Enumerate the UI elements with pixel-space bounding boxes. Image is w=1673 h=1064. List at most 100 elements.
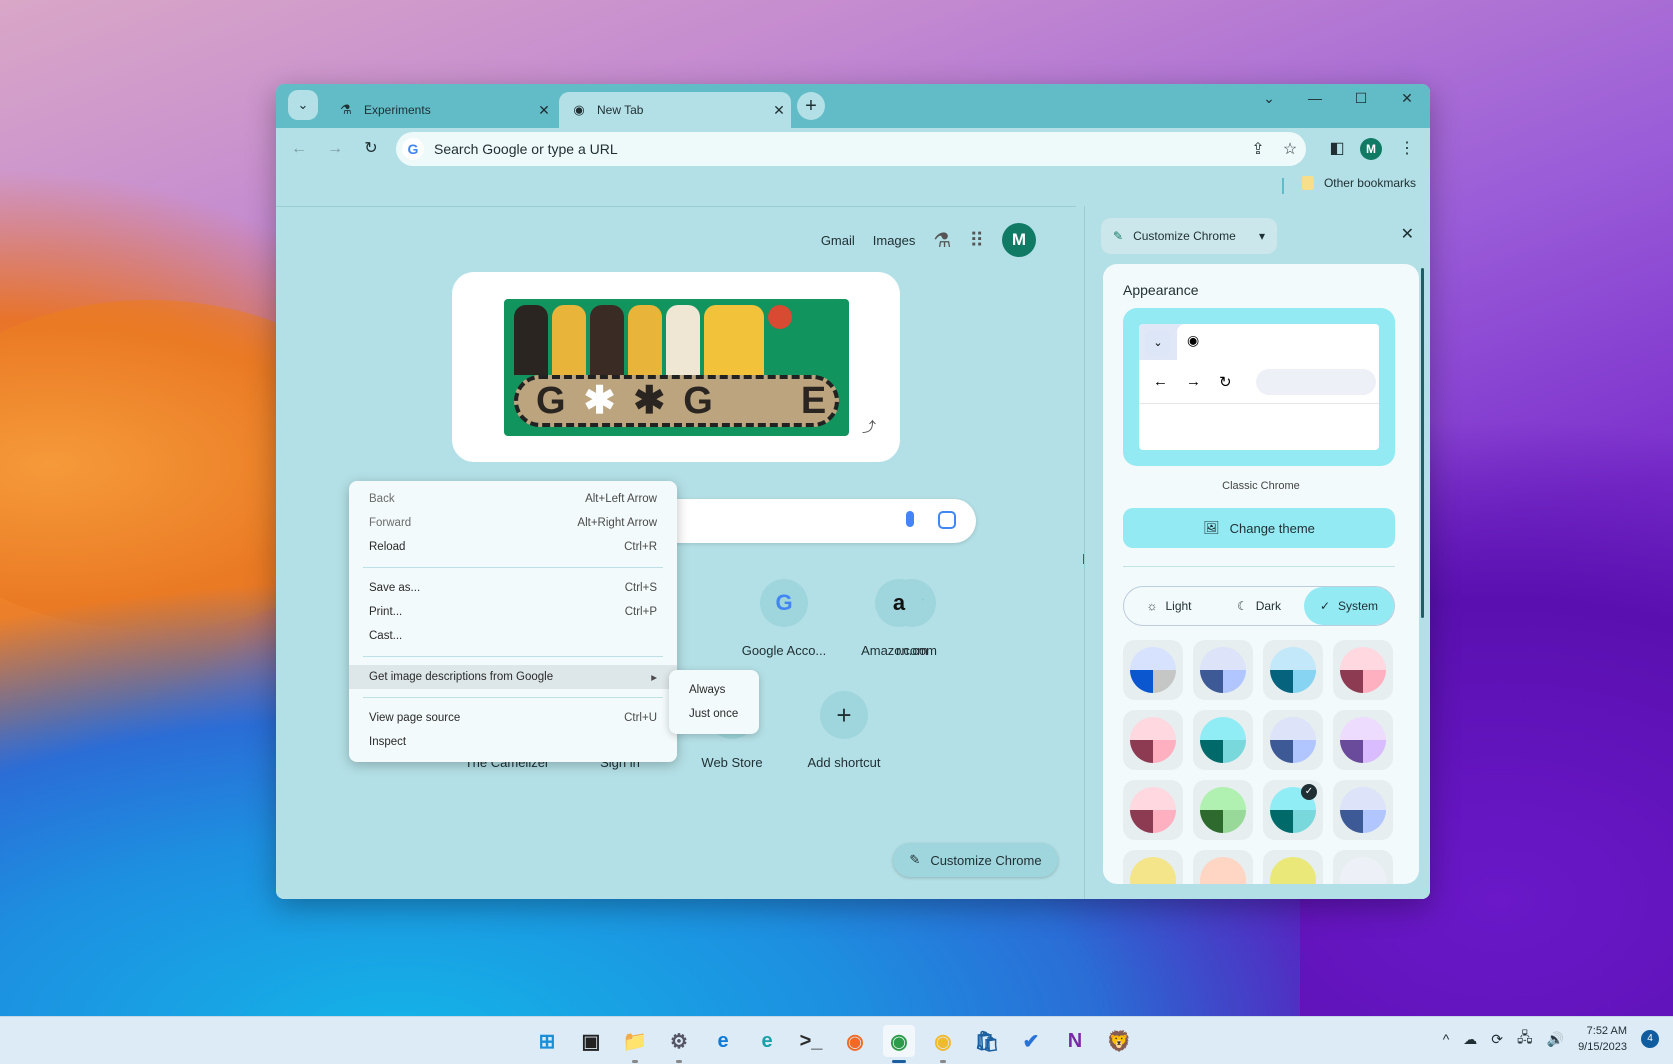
tab-new-tab[interactable]: ◉ New Tab ✕	[559, 92, 791, 128]
sync-icon[interactable]: ⟳	[1491, 1031, 1503, 1048]
color-swatch[interactable]	[1123, 710, 1183, 770]
color-swatch[interactable]	[1123, 640, 1183, 700]
color-swatch[interactable]	[1333, 850, 1393, 884]
swatch-color	[1200, 717, 1246, 763]
menu-item-always[interactable]: Always	[669, 678, 759, 702]
labs-icon[interactable]: ⚗	[933, 228, 951, 253]
omnibox-input[interactable]: Search Google or type a URL	[434, 141, 1242, 157]
mode-dark[interactable]: ☾ Dark	[1214, 587, 1304, 625]
side-panel-button[interactable]: ◧	[1324, 136, 1350, 162]
taskbar-todo[interactable]: ✔	[1015, 1025, 1047, 1057]
apps-grid-icon[interactable]: ⠿	[969, 228, 984, 253]
menu-item-print[interactable]: Print... Ctrl+P	[349, 600, 677, 624]
volume-icon[interactable]: 🔊	[1547, 1031, 1564, 1048]
color-swatch[interactable]	[1263, 710, 1323, 770]
clock[interactable]: 7:52 AM 9/15/2023	[1578, 1023, 1627, 1055]
color-swatch[interactable]	[1193, 710, 1253, 770]
other-bookmarks[interactable]: Other bookmarks	[1301, 176, 1416, 190]
close-tab-icon[interactable]: ✕	[767, 102, 791, 119]
tab-experiments[interactable]: ⚗ Experiments ✕	[326, 92, 556, 128]
tab-search-button[interactable]: ⌄	[288, 90, 318, 120]
color-swatch[interactable]	[1123, 850, 1183, 884]
notification-badge[interactable]: 4	[1641, 1030, 1659, 1048]
taskbar-chrome-canary[interactable]: ◉	[927, 1025, 959, 1063]
menu-item-label: View page source	[369, 712, 461, 724]
taskbar-settings[interactable]: ⚙	[663, 1025, 695, 1063]
color-swatch[interactable]	[1263, 850, 1323, 884]
taskbar-brave[interactable]: 🦁	[1103, 1025, 1135, 1057]
network-icon[interactable]: 🖧	[1517, 1027, 1533, 1051]
color-swatch[interactable]	[1123, 780, 1183, 840]
add-shortcut-button[interactable]: + Add shortcut	[788, 691, 900, 770]
share-icon[interactable]: ⇪	[1242, 139, 1274, 159]
close-tab-icon[interactable]: ✕	[532, 102, 556, 119]
customize-chrome-button[interactable]: ✎ Customize Chrome	[893, 843, 1058, 877]
forward-button[interactable]: →	[322, 136, 348, 162]
back-button[interactable]: ←	[286, 136, 312, 162]
taskbar-chrome[interactable]: ◉	[883, 1025, 915, 1063]
folder-icon	[1301, 176, 1314, 190]
new-tab-button[interactable]: +	[797, 92, 825, 120]
google-lens-icon[interactable]	[938, 511, 956, 529]
shortcut-google-account[interactable]: G Google Acco...	[728, 579, 840, 658]
color-swatch[interactable]	[1193, 850, 1253, 884]
swatch-color	[1270, 647, 1316, 693]
minimize-button[interactable]: —	[1295, 90, 1335, 106]
divider	[1123, 566, 1395, 567]
menu-item-just-once[interactable]: Just once	[669, 702, 759, 726]
profile-avatar[interactable]: M	[1360, 138, 1382, 160]
menu-item-get-image-descriptions-from-google[interactable]: Get image descriptions from Google ▸	[349, 665, 677, 689]
doodle-share-icon[interactable]: ⤴	[862, 417, 876, 437]
change-theme-button[interactable]: 🖼 Change theme	[1123, 508, 1395, 548]
color-swatch[interactable]: ✓	[1263, 780, 1323, 840]
taskbar-firefox[interactable]: ◉	[839, 1025, 871, 1057]
menu-item-label: Reload	[369, 541, 406, 553]
color-swatch[interactable]	[1263, 640, 1323, 700]
onedrive-cloud-icon[interactable]: ☁	[1463, 1031, 1477, 1048]
tab-list-button[interactable]: ⌄	[1249, 90, 1289, 107]
bookmark-star-icon[interactable]: ☆	[1274, 139, 1306, 159]
menu-item-reload[interactable]: Reload Ctrl+R	[349, 535, 677, 559]
close-side-panel-icon[interactable]: ✕	[1401, 224, 1414, 244]
mode-system[interactable]: ✓ System	[1304, 587, 1394, 625]
onenote-icon: N	[1067, 1029, 1083, 1052]
google-doodle[interactable]: G ✱ ✱ G E	[504, 299, 849, 436]
taskbar-edge[interactable]: e	[707, 1025, 739, 1057]
menu-item-save-as[interactable]: Save as... Ctrl+S	[349, 576, 677, 600]
menu-item-forward[interactable]: Forward Alt+Right Arrow	[349, 511, 677, 535]
omnibox[interactable]: G Search Google or type a URL ⇪ ☆	[396, 132, 1306, 166]
images-link[interactable]: Images	[873, 233, 916, 248]
side-panel-selector[interactable]: ✎ Customize Chrome ▾	[1101, 218, 1277, 254]
color-swatch[interactable]	[1333, 710, 1393, 770]
microphone-icon[interactable]	[906, 511, 914, 527]
taskbar-edge-canary[interactable]: e	[751, 1025, 783, 1057]
color-swatch[interactable]	[1333, 780, 1393, 840]
menu-item-back[interactable]: Back Alt+Left Arrow	[349, 487, 677, 511]
taskbar-file-explorer[interactable]: 📁	[619, 1025, 651, 1063]
color-swatch[interactable]	[1193, 640, 1253, 700]
gmail-link[interactable]: Gmail	[821, 233, 855, 248]
taskbar-terminal[interactable]: >_	[795, 1025, 827, 1057]
maximize-button[interactable]: ☐	[1341, 90, 1381, 107]
menu-item-inspect[interactable]: Inspect	[349, 730, 677, 754]
taskbar-store[interactable]: 🛍	[971, 1025, 1003, 1057]
menu-icon[interactable]: ⋮	[1394, 136, 1420, 162]
side-panel-scrollbar[interactable]	[1421, 268, 1424, 618]
menu-item-view-page-source[interactable]: View page source Ctrl+U	[349, 706, 677, 730]
side-panel-title: Customize Chrome	[1133, 229, 1236, 243]
menu-item-cast[interactable]: Cast...	[349, 624, 677, 648]
shortcut-amazon[interactable]: a Amazon.com	[843, 579, 955, 658]
taskbar-onenote[interactable]: N	[1059, 1025, 1091, 1057]
color-swatches: ✓	[1123, 640, 1393, 884]
shortcut-label: Web Store	[701, 755, 763, 770]
color-swatch[interactable]	[1193, 780, 1253, 840]
taskbar-task-view[interactable]: ▣	[575, 1025, 607, 1057]
taskbar-start[interactable]: ⊞	[531, 1025, 563, 1057]
swatch-color	[1130, 857, 1176, 884]
account-avatar[interactable]: M	[1002, 223, 1036, 257]
color-swatch[interactable]	[1333, 640, 1393, 700]
reload-button[interactable]: ↻	[358, 136, 384, 162]
close-window-button[interactable]: ✕	[1387, 90, 1427, 107]
mode-light[interactable]: ☼ Light	[1124, 587, 1214, 625]
show-hidden-icons-chevron[interactable]: ^	[1443, 1031, 1450, 1047]
